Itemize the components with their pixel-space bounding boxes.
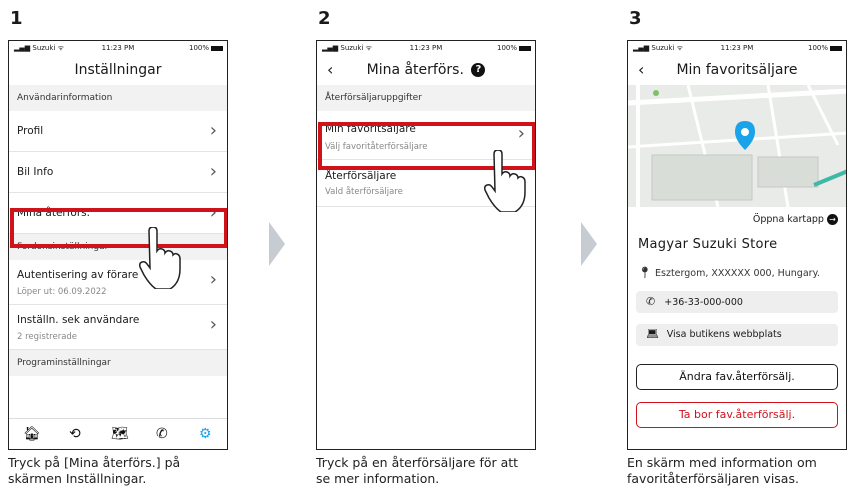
open-map-label: Öppna kartapp — [752, 214, 824, 225]
status-bar: ▂▄▆ Suzuki ᯤ 11:23 PM 100% — [628, 41, 846, 55]
phone-icon[interactable]: ✆ — [156, 425, 168, 442]
back-chevron-icon[interactable]: ‹ — [327, 55, 333, 85]
chevron-right-icon: › — [209, 314, 217, 335]
home-icon[interactable]: 🏠︎ — [23, 425, 41, 442]
page-header: ‹ Min favoritsäljare — [628, 55, 846, 85]
website-label: Visa butikens webbplats — [666, 329, 782, 340]
step-number: 1 — [10, 8, 23, 29]
step-1-panel: 1 ▂▄▆ Suzuki ᯤ 11:23 PM 100% Inställning… — [8, 0, 233, 495]
step-caption: Tryck på [Mina återförs.] på skärmen Ins… — [8, 455, 180, 487]
row-sublabel: Vald återförsäljare — [325, 187, 403, 197]
battery-indicator: 100% — [808, 44, 842, 52]
step-3-panel: 3 ▂▄▆ Suzuki ᯤ 11:23 PM 100% ‹ Min favor… — [627, 0, 852, 495]
caption-line: se mer information. — [316, 471, 440, 486]
phone-number: +36-33-000-000 — [664, 297, 743, 308]
step-2-panel: 2 ▂▄▆ Suzuki ᯤ 11:23 PM 100% ‹ Mina åter… — [316, 0, 541, 495]
next-step-arrow — [269, 222, 285, 266]
settings-item-car-info[interactable]: Bil Info › — [9, 152, 227, 193]
section-header-user-info: Användarinformation — [9, 85, 227, 111]
battery-icon — [519, 45, 531, 51]
map-graphic — [628, 85, 846, 207]
section-header-dealer-info: Återförsäljaruppgifter — [317, 85, 535, 111]
tap-hand-icon — [484, 150, 526, 212]
remove-favorite-button[interactable]: Ta bor fav.återförsälj. — [636, 402, 838, 428]
section-header-program-settings: Programinställningar — [9, 350, 227, 376]
open-map-link[interactable]: Öppna kartapp → — [753, 214, 838, 225]
caption-line: Tryck på [Mina återförs.] på — [8, 455, 181, 470]
caption-line: skärmen Inställningar. — [8, 471, 147, 486]
status-bar: ▂▄▆ Suzuki ᯤ 11:23 PM 100% — [9, 41, 227, 55]
row-label: Inställn. sek användare — [17, 314, 140, 326]
settings-item-profile[interactable]: Profil › — [9, 111, 227, 152]
status-bar: ▂▄▆ Suzuki ᯤ 11:23 PM 100% — [317, 41, 535, 55]
phone-screen: ▂▄▆ Suzuki ᯤ 11:23 PM 100% ‹ Mina återfö… — [316, 40, 536, 450]
phone-screen: ▂▄▆ Suzuki ᯤ 11:23 PM 100% Inställningar… — [8, 40, 228, 450]
page-title: Min favoritsäljare — [676, 62, 798, 78]
chevron-right-icon: › — [209, 161, 217, 182]
step-caption: En skärm med information om favoritåterf… — [627, 455, 817, 487]
row-label: Profil — [17, 125, 44, 137]
back-chevron-icon[interactable]: ‹ — [638, 55, 644, 85]
battery-indicator: 100% — [189, 44, 223, 52]
battery-indicator: 100% — [497, 44, 531, 52]
store-name: Magyar Suzuki Store — [638, 237, 778, 252]
arrow-circle-icon: → — [827, 214, 838, 225]
settings-item-driver-auth[interactable]: Autentisering av förare Löper ut: 06.09.… — [9, 260, 227, 305]
row-label: Bil Info — [17, 166, 54, 178]
bottom-tab-bar: 🏠︎ ⟲ 🗺︎ ✆ ⚙ — [9, 418, 227, 449]
laptop-icon: 💻︎ — [646, 329, 659, 340]
battery-icon — [211, 45, 223, 51]
step-caption: Tryck på en återförsäljare för att se me… — [316, 455, 518, 487]
row-sublabel: 2 registrerade — [17, 332, 78, 342]
settings-item-secondary-users[interactable]: Inställn. sek användare 2 registrerade › — [9, 305, 227, 350]
page-title: Inställningar — [74, 62, 162, 78]
tap-hand-icon — [139, 227, 181, 289]
battery-icon — [830, 45, 842, 51]
row-label: Autentisering av förare — [17, 269, 139, 281]
page-header: ‹ Mina återförs. ? — [317, 55, 535, 85]
history-icon[interactable]: ⟲ — [69, 425, 81, 442]
website-button[interactable]: 💻︎ Visa butikens webbplats — [636, 324, 838, 346]
phone-screen: ▂▄▆ Suzuki ᯤ 11:23 PM 100% ‹ Min favorit… — [627, 40, 847, 450]
phone-button[interactable]: ✆ +36-33-000-000 — [636, 291, 838, 313]
help-icon[interactable]: ? — [471, 63, 486, 77]
step-number: 2 — [318, 8, 331, 29]
change-favorite-button[interactable]: Ändra fav.återförsälj. — [636, 364, 838, 390]
caption-line: Tryck på en återförsäljare för att — [316, 455, 519, 470]
page-title: Mina återförs. — [366, 62, 464, 78]
dealer-map[interactable] — [628, 85, 846, 207]
step-number: 3 — [629, 8, 642, 29]
settings-icon[interactable]: ⚙ — [199, 425, 212, 442]
chevron-right-icon: › — [209, 120, 217, 141]
store-address: 📍︎ Esztergom, XXXXXX 000, Hungary. — [638, 266, 820, 279]
highlight-frame — [10, 208, 227, 248]
row-sublabel: Löper ut: 06.09.2022 — [17, 287, 107, 297]
map-icon[interactable]: 🗺︎ — [111, 425, 129, 442]
row-label: Återförsäljare — [325, 170, 397, 182]
next-step-arrow — [581, 222, 597, 266]
caption-line: En skärm med information om — [627, 455, 817, 470]
caption-line: favoritåterförsäljaren visas. — [627, 471, 799, 486]
phone-icon: ✆ — [646, 295, 656, 308]
location-pin-icon: 📍︎ — [638, 266, 652, 279]
address-text: Esztergom, XXXXXX 000, Hungary. — [655, 268, 820, 279]
chevron-right-icon: › — [209, 269, 217, 290]
